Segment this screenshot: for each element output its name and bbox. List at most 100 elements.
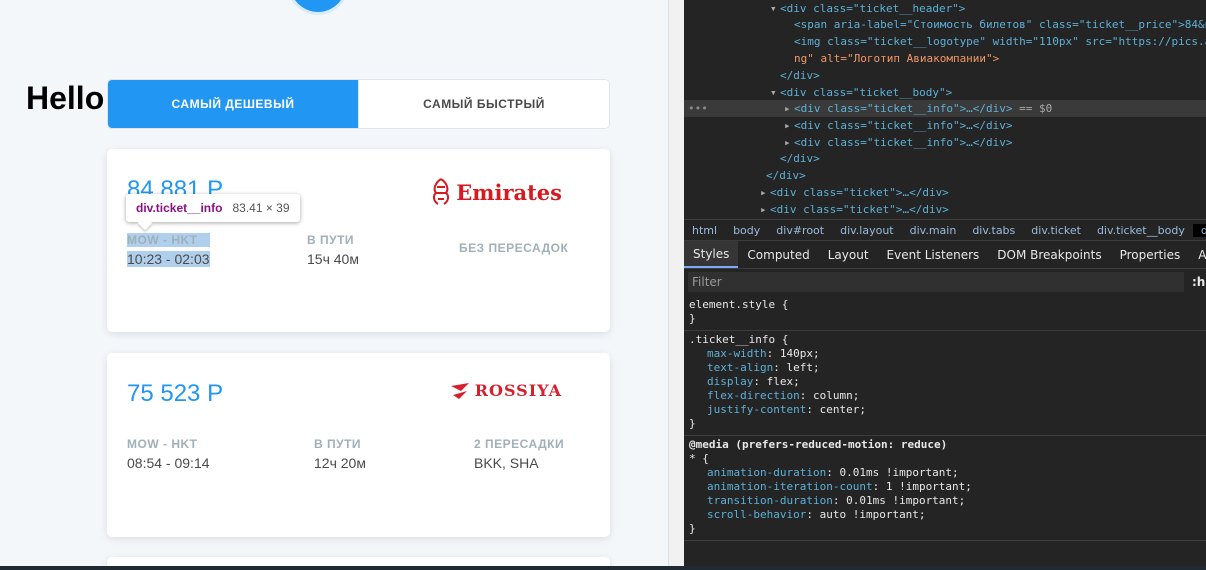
rule-close: } [689,522,696,535]
breadcrumb-item-current[interactable]: div.ticke [1192,223,1206,237]
devtools-panel: ▾ <div class="ticket__header"> <span aria… [684,0,1206,570]
media-query: @media (prefers-reduced-motion: reduce) [689,438,948,451]
styles-filter-input[interactable]: Filter [688,272,1184,292]
css-property[interactable]: max-width: 140px; [689,347,1201,361]
css-property[interactable]: animation-duration: 0.01ms !important; [689,466,1201,480]
dom-node[interactable]: </div> [684,150,1206,167]
emirates-logo: Emirates [430,177,562,207]
rule-close: } [689,312,696,325]
tab-fastest[interactable]: САМЫЙ БЫСТРЫЙ [358,80,609,128]
breadcrumb-item[interactable]: div#root [768,224,832,237]
rule-element-style: element.style { } [684,296,1206,331]
expand-triangle-icon[interactable]: ▸ [784,100,794,117]
css-property[interactable]: text-align: left; [689,361,1201,375]
tooltip-element-name: div.ticket__info [136,201,223,215]
route-label: MOW - HKT [127,437,198,451]
dom-node-continuation: ng" alt="Логотип Авиакомпании"> [794,52,1000,65]
taskbar-edge [0,566,1206,570]
tab-layout[interactable]: Layout [819,241,878,268]
breadcrumb: html body div#root div.layout div.main d… [684,219,1206,241]
dom-node[interactable]: <span aria-label="Стоимость билетов" cla… [684,16,1206,33]
airline-name: Emirates [456,179,562,205]
route-time: 10:23 - 02:03 [127,251,210,267]
ticket-info-stops: БЕЗ ПЕРЕСАДОК [459,241,568,259]
tab-computed[interactable]: Computed [738,241,818,268]
duration-value: 12ч 20м [314,455,366,471]
rule-selector[interactable]: * { [689,452,1201,466]
expand-triangle-icon[interactable]: ▸ [760,184,770,201]
css-property[interactable]: scroll-behavior: auto !important; [689,508,1201,522]
breadcrumb-item[interactable]: div.main [902,224,965,237]
rule-close: } [689,417,696,430]
styles-panel-tabs: Styles Computed Layout Event Listeners D… [684,241,1206,269]
tab-dom-breakpoints[interactable]: DOM Breakpoints [988,241,1110,268]
css-property[interactable]: display: flex; [689,375,1201,389]
rossiya-wing-icon [450,382,469,399]
breadcrumb-item[interactable]: div.ticket__body [1089,224,1193,237]
breadcrumb-item[interactable]: body [725,224,768,237]
tab-styles[interactable]: Styles [684,241,739,268]
dom-node[interactable]: ▸ <div class="ticket__info">…</div> [684,134,1206,151]
emirates-emblem-icon [433,178,450,205]
tab-cheapest[interactable]: САМЫЙ ДЕШЕВЫЙ [108,80,358,128]
tooltip-element-size: 83.41 × 39 [232,201,290,215]
ticket-card[interactable]: 84 881 Р Emirates MOW - HKT 10:23 - 02:0… [107,149,610,332]
rossiya-logo: ROSSIYA [449,381,562,400]
css-property[interactable]: animation-iteration-count: 1 !important; [689,480,1201,494]
sort-tabs: САМЫЙ ДЕШЕВЫЙ САМЫЙ БЫСТРЫЙ [107,79,610,129]
ticket-info-route: MOW - HKT 10:23 - 02:03 [127,233,210,267]
devtools-inspect-tooltip: div.ticket__info 83.41 × 39 [126,194,300,222]
elements-tree: ▾ <div class="ticket__header"> <span aria… [684,0,1206,218]
collapse-triangle-icon[interactable]: ▾ [770,0,780,17]
dom-node[interactable]: </div> [684,67,1206,84]
expand-triangle-icon[interactable]: ▸ [784,117,794,134]
ticket-info-duration: В ПУТИ 12ч 20м [314,437,366,471]
duration-label: В ПУТИ [314,437,362,451]
rule-selector[interactable]: element.style { [689,298,1201,312]
app-logo [290,0,346,12]
dom-node[interactable]: ▸ <div class="ticket__info">…</div> [684,117,1206,134]
hover-state-toggle[interactable]: :h [1192,275,1205,289]
dom-node[interactable]: ▸ <div class="ticket">…</div> [684,184,1206,201]
app-viewport: Hello САМЫЙ ДЕШЕВЫЙ САМЫЙ БЫСТРЫЙ 84 881… [0,0,668,570]
stops-value: BKK, SHA [474,455,539,471]
rule-media-reduced-motion: @media (prefers-reduced-motion: reduce) … [684,436,1206,541]
breadcrumb-item[interactable]: div.layout [832,224,902,237]
collapse-triangle-icon[interactable]: ▾ [770,84,780,101]
airline-name: ROSSIYA [474,381,562,400]
breadcrumb-item[interactable]: html [684,224,725,237]
breadcrumb-item[interactable]: div.ticket [1023,224,1089,237]
route-label: MOW - HKT [127,233,210,247]
css-property[interactable]: transition-duration: 0.01ms !important; [689,494,1201,508]
rule-selector[interactable]: .ticket__info { [689,333,1201,347]
page-scrollbar[interactable] [668,0,684,570]
duration-value: 15ч 40м [307,251,359,267]
dom-node[interactable]: </div> [684,167,1206,184]
styles-filter-bar: Filter :h [684,270,1206,294]
route-time: 08:54 - 09:14 [127,455,210,471]
ticket-card[interactable]: 75 523 Р ROSSIYA MOW - HKT 08:54 - 09:14… [107,353,610,537]
ticket-price: 75 523 Р [127,380,224,407]
dom-node[interactable]: ▾ <div class="ticket__body"> [684,84,1206,101]
more-dots-icon[interactable]: ••• [688,100,708,117]
stops-label: 2 ПЕРЕСАДКИ [474,437,565,451]
breadcrumb-item[interactable]: div.tabs [964,224,1023,237]
expand-triangle-icon[interactable]: ▸ [784,134,794,151]
tab-event-listeners[interactable]: Event Listeners [878,241,989,268]
css-property[interactable]: justify-content: center; [689,403,1201,417]
dom-node[interactable]: <img class="ticket__logotype" width="110… [684,33,1206,50]
ticket-info-stops: 2 ПЕРЕСАДКИ BKK, SHA [474,437,564,471]
tab-properties[interactable]: Properties [1111,241,1190,268]
stops-label: БЕЗ ПЕРЕСАДОК [459,241,569,255]
duration-label: В ПУТИ [307,233,355,247]
dom-node[interactable]: ▸ <div class="ticket">…</div> [684,201,1206,218]
dom-node[interactable]: ▾ <div class="ticket__header"> [684,0,1206,17]
style-rules: element.style { } .ticket__info { max-wi… [684,296,1206,541]
rule-ticket-info: .ticket__info { max-width: 140px; text-a… [684,331,1206,436]
ticket-info-route: MOW - HKT 08:54 - 09:14 [127,437,210,471]
tab-accessibility[interactable]: Accessib [1189,241,1206,268]
dom-node-selected[interactable]: ••• ▸ <div class="ticket__info">…</div> =… [684,100,1206,117]
css-property[interactable]: flex-direction: column; [689,389,1201,403]
hello-heading: Hello [26,80,105,116]
expand-triangle-icon[interactable]: ▸ [760,201,770,218]
